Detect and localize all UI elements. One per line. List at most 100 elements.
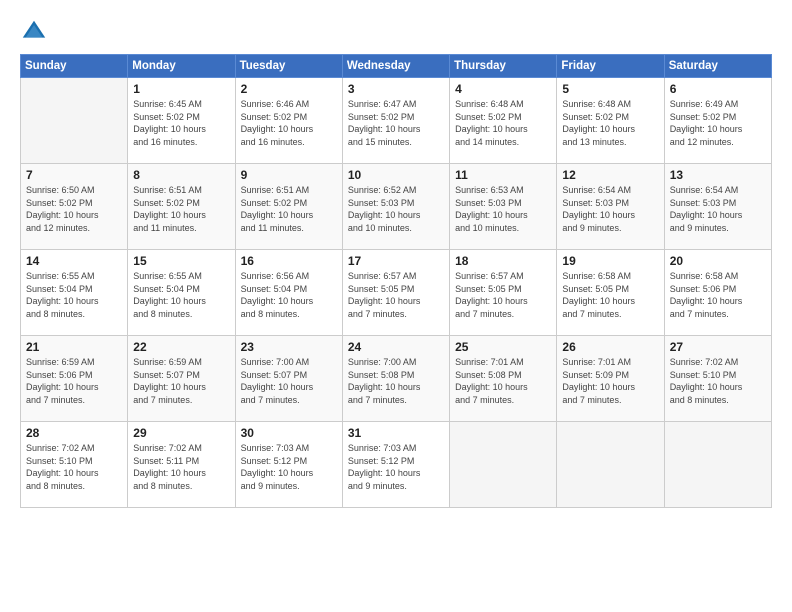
calendar-week-row: 21 Sunrise: 6:59 AM Sunset: 5:06 PM Dayli… bbox=[21, 336, 772, 422]
calendar-week-row: 28Sunrise: 7:02 AM Sunset: 5:10 PM Dayli… bbox=[21, 422, 772, 508]
logo-icon bbox=[20, 18, 48, 46]
day-info: Sunrise: 6:57 AM Sunset: 5:05 PM Dayligh… bbox=[348, 270, 444, 320]
calendar-cell: 27 Sunrise: 7:02 AM Sunset: 5:10 PM Dayli… bbox=[664, 336, 771, 422]
day-info: Sunrise: 6:58 AM Sunset: 5:06 PM Dayligh… bbox=[670, 270, 766, 320]
calendar-cell: 15 Sunrise: 6:55 AM Sunset: 5:04 PM Dayli… bbox=[128, 250, 235, 336]
calendar-cell: 18 Sunrise: 6:57 AM Sunset: 5:05 PM Dayli… bbox=[450, 250, 557, 336]
day-number: 12 bbox=[562, 168, 658, 182]
calendar-cell: 19 Sunrise: 6:58 AM Sunset: 5:05 PM Dayli… bbox=[557, 250, 664, 336]
calendar-header: SundayMondayTuesdayWednesdayThursdayFrid… bbox=[21, 55, 772, 78]
weekday-header-monday: Monday bbox=[128, 55, 235, 78]
weekday-header-friday: Friday bbox=[557, 55, 664, 78]
day-number: 6 bbox=[670, 82, 766, 96]
calendar-cell: 22 Sunrise: 6:59 AM Sunset: 5:07 PM Dayli… bbox=[128, 336, 235, 422]
calendar-week-row: 7Sunrise: 6:50 AM Sunset: 5:02 PM Daylig… bbox=[21, 164, 772, 250]
day-info: Sunrise: 6:45 AM Sunset: 5:02 PM Dayligh… bbox=[133, 98, 229, 148]
day-number: 18 bbox=[455, 254, 551, 268]
day-info: Sunrise: 6:53 AM Sunset: 5:03 PM Dayligh… bbox=[455, 184, 551, 234]
day-number: 17 bbox=[348, 254, 444, 268]
calendar-cell: 29 Sunrise: 7:02 AM Sunset: 5:11 PM Dayli… bbox=[128, 422, 235, 508]
day-info: Sunrise: 7:00 AM Sunset: 5:08 PM Dayligh… bbox=[348, 356, 444, 406]
calendar-cell: 11 Sunrise: 6:53 AM Sunset: 5:03 PM Dayli… bbox=[450, 164, 557, 250]
day-number: 21 bbox=[26, 340, 122, 354]
day-info: Sunrise: 6:54 AM Sunset: 5:03 PM Dayligh… bbox=[562, 184, 658, 234]
calendar-cell: 8 Sunrise: 6:51 AM Sunset: 5:02 PM Daylig… bbox=[128, 164, 235, 250]
day-info: Sunrise: 7:02 AM Sunset: 5:10 PM Dayligh… bbox=[670, 356, 766, 406]
day-number: 5 bbox=[562, 82, 658, 96]
day-info: Sunrise: 6:46 AM Sunset: 5:02 PM Dayligh… bbox=[241, 98, 337, 148]
calendar-cell: 10 Sunrise: 6:52 AM Sunset: 5:03 PM Dayli… bbox=[342, 164, 449, 250]
calendar-cell: 24 Sunrise: 7:00 AM Sunset: 5:08 PM Dayli… bbox=[342, 336, 449, 422]
calendar-cell: 26 Sunrise: 7:01 AM Sunset: 5:09 PM Dayli… bbox=[557, 336, 664, 422]
day-info: Sunrise: 7:02 AM Sunset: 5:11 PM Dayligh… bbox=[133, 442, 229, 492]
calendar-body: 1 Sunrise: 6:45 AM Sunset: 5:02 PM Daylig… bbox=[21, 78, 772, 508]
calendar-cell: 1 Sunrise: 6:45 AM Sunset: 5:02 PM Daylig… bbox=[128, 78, 235, 164]
day-info: Sunrise: 6:51 AM Sunset: 5:02 PM Dayligh… bbox=[133, 184, 229, 234]
calendar-cell: 30Sunrise: 7:03 AM Sunset: 5:12 PM Dayli… bbox=[235, 422, 342, 508]
calendar-cell: 5 Sunrise: 6:48 AM Sunset: 5:02 PM Daylig… bbox=[557, 78, 664, 164]
day-info: Sunrise: 6:51 AM Sunset: 5:02 PM Dayligh… bbox=[241, 184, 337, 234]
calendar-cell: 4Sunrise: 6:48 AM Sunset: 5:02 PM Daylig… bbox=[450, 78, 557, 164]
day-number: 11 bbox=[455, 168, 551, 182]
day-number: 31 bbox=[348, 426, 444, 440]
day-info: Sunrise: 6:49 AM Sunset: 5:02 PM Dayligh… bbox=[670, 98, 766, 148]
calendar-cell: 9 Sunrise: 6:51 AM Sunset: 5:02 PM Daylig… bbox=[235, 164, 342, 250]
weekday-header-sunday: Sunday bbox=[21, 55, 128, 78]
calendar-cell: 23Sunrise: 7:00 AM Sunset: 5:07 PM Dayli… bbox=[235, 336, 342, 422]
day-number: 8 bbox=[133, 168, 229, 182]
day-number: 29 bbox=[133, 426, 229, 440]
calendar-cell: 17 Sunrise: 6:57 AM Sunset: 5:05 PM Dayli… bbox=[342, 250, 449, 336]
day-info: Sunrise: 6:55 AM Sunset: 5:04 PM Dayligh… bbox=[133, 270, 229, 320]
calendar-cell bbox=[21, 78, 128, 164]
day-info: Sunrise: 6:54 AM Sunset: 5:03 PM Dayligh… bbox=[670, 184, 766, 234]
calendar-table: SundayMondayTuesdayWednesdayThursdayFrid… bbox=[20, 54, 772, 508]
weekday-header-tuesday: Tuesday bbox=[235, 55, 342, 78]
day-info: Sunrise: 6:55 AM Sunset: 5:04 PM Dayligh… bbox=[26, 270, 122, 320]
day-number: 15 bbox=[133, 254, 229, 268]
day-info: Sunrise: 7:03 AM Sunset: 5:12 PM Dayligh… bbox=[348, 442, 444, 492]
day-number: 2 bbox=[241, 82, 337, 96]
calendar-cell: 20Sunrise: 6:58 AM Sunset: 5:06 PM Dayli… bbox=[664, 250, 771, 336]
logo bbox=[20, 18, 52, 46]
day-number: 24 bbox=[348, 340, 444, 354]
day-info: Sunrise: 7:02 AM Sunset: 5:10 PM Dayligh… bbox=[26, 442, 122, 492]
calendar-cell: 21 Sunrise: 6:59 AM Sunset: 5:06 PM Dayli… bbox=[21, 336, 128, 422]
day-info: Sunrise: 6:52 AM Sunset: 5:03 PM Dayligh… bbox=[348, 184, 444, 234]
calendar-cell: 31 Sunrise: 7:03 AM Sunset: 5:12 PM Dayli… bbox=[342, 422, 449, 508]
calendar-cell bbox=[450, 422, 557, 508]
calendar-cell bbox=[557, 422, 664, 508]
day-info: Sunrise: 6:57 AM Sunset: 5:05 PM Dayligh… bbox=[455, 270, 551, 320]
day-info: Sunrise: 7:03 AM Sunset: 5:12 PM Dayligh… bbox=[241, 442, 337, 492]
day-number: 19 bbox=[562, 254, 658, 268]
day-info: Sunrise: 6:59 AM Sunset: 5:06 PM Dayligh… bbox=[26, 356, 122, 406]
day-number: 16 bbox=[241, 254, 337, 268]
calendar-cell bbox=[664, 422, 771, 508]
day-number: 23 bbox=[241, 340, 337, 354]
weekday-header-saturday: Saturday bbox=[664, 55, 771, 78]
day-number: 1 bbox=[133, 82, 229, 96]
day-info: Sunrise: 6:59 AM Sunset: 5:07 PM Dayligh… bbox=[133, 356, 229, 406]
day-number: 10 bbox=[348, 168, 444, 182]
day-info: Sunrise: 6:48 AM Sunset: 5:02 PM Dayligh… bbox=[562, 98, 658, 148]
calendar-cell: 2 Sunrise: 6:46 AM Sunset: 5:02 PM Daylig… bbox=[235, 78, 342, 164]
day-number: 26 bbox=[562, 340, 658, 354]
calendar-week-row: 1 Sunrise: 6:45 AM Sunset: 5:02 PM Daylig… bbox=[21, 78, 772, 164]
day-number: 7 bbox=[26, 168, 122, 182]
day-number: 27 bbox=[670, 340, 766, 354]
calendar-cell: 28Sunrise: 7:02 AM Sunset: 5:10 PM Dayli… bbox=[21, 422, 128, 508]
weekday-header-wednesday: Wednesday bbox=[342, 55, 449, 78]
day-info: Sunrise: 6:48 AM Sunset: 5:02 PM Dayligh… bbox=[455, 98, 551, 148]
weekday-header-thursday: Thursday bbox=[450, 55, 557, 78]
calendar-week-row: 14 Sunrise: 6:55 AM Sunset: 5:04 PM Dayli… bbox=[21, 250, 772, 336]
day-number: 9 bbox=[241, 168, 337, 182]
day-info: Sunrise: 7:01 AM Sunset: 5:09 PM Dayligh… bbox=[562, 356, 658, 406]
day-info: Sunrise: 6:56 AM Sunset: 5:04 PM Dayligh… bbox=[241, 270, 337, 320]
calendar-cell: 3Sunrise: 6:47 AM Sunset: 5:02 PM Daylig… bbox=[342, 78, 449, 164]
calendar-cell: 6 Sunrise: 6:49 AM Sunset: 5:02 PM Daylig… bbox=[664, 78, 771, 164]
day-number: 13 bbox=[670, 168, 766, 182]
day-number: 14 bbox=[26, 254, 122, 268]
day-info: Sunrise: 6:58 AM Sunset: 5:05 PM Dayligh… bbox=[562, 270, 658, 320]
calendar-cell: 14 Sunrise: 6:55 AM Sunset: 5:04 PM Dayli… bbox=[21, 250, 128, 336]
day-number: 22 bbox=[133, 340, 229, 354]
day-info: Sunrise: 7:01 AM Sunset: 5:08 PM Dayligh… bbox=[455, 356, 551, 406]
